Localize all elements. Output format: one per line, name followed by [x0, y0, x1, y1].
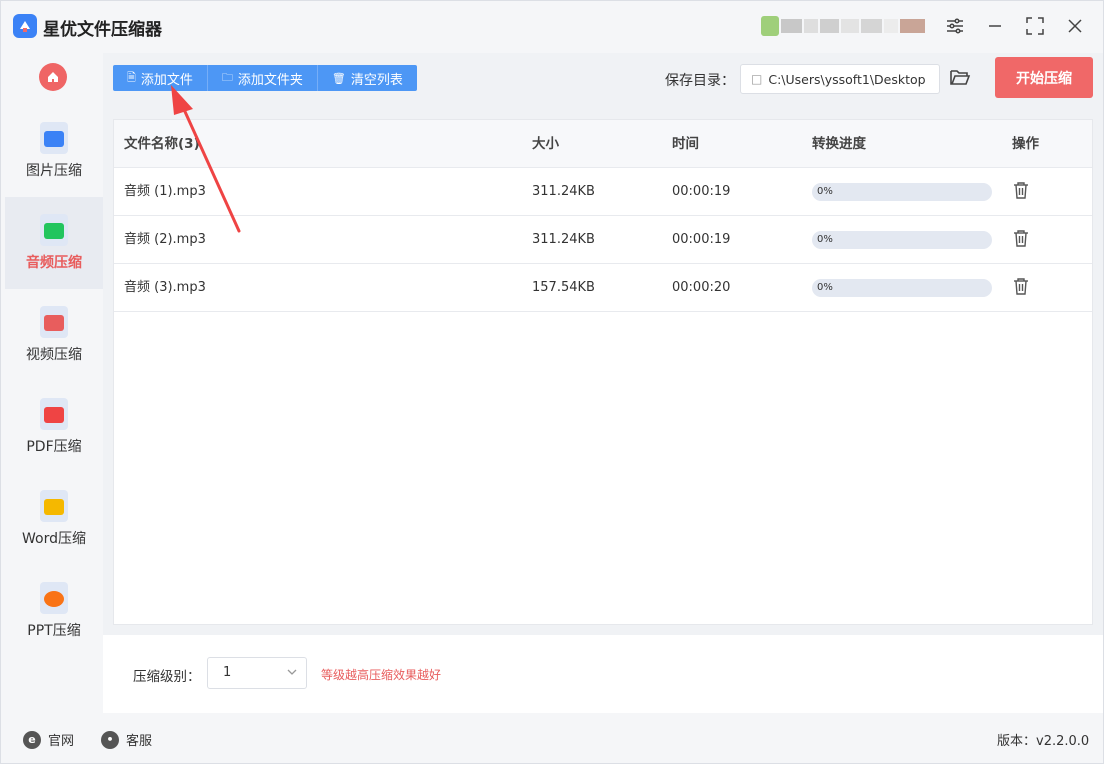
delete-icon[interactable]: [1013, 229, 1031, 249]
save-dir-input[interactable]: □ C:\Users\yssoft1\Desktop: [740, 64, 940, 94]
file-table: 文件名称(3) 大小 时间 转换进度 操作 音频 (1).mp3 311.24K…: [113, 119, 1093, 625]
table-header: 文件名称(3) 大小 时间 转换进度 操作: [114, 120, 1092, 168]
file-duration: 00:00:19: [672, 184, 731, 199]
table-row[interactable]: 音频 (2).mp3 311.24KB 00:00:19 0%: [114, 216, 1092, 264]
table-row[interactable]: 音频 (1).mp3 311.24KB 00:00:19 0%: [114, 168, 1092, 216]
open-folder-icon[interactable]: [949, 67, 971, 89]
folder-icon: 🗀: [221, 70, 233, 84]
file-size: 311.24KB: [532, 184, 595, 199]
header-size: 大小: [532, 136, 559, 152]
file-duration: 00:00:19: [672, 232, 731, 247]
file-size: 311.24KB: [532, 232, 595, 247]
audio-file-icon: [40, 214, 68, 246]
header-progress: 转换进度: [812, 136, 866, 152]
maximize-icon[interactable]: [1024, 15, 1046, 37]
clear-list-button[interactable]: 🗑 清空列表: [318, 65, 417, 91]
sidebar-item-label: 音频压缩: [26, 255, 82, 271]
close-icon[interactable]: [1064, 15, 1086, 37]
file-name: 音频 (3).mp3: [124, 280, 206, 295]
title-bar: 星优文件压缩器: [1, 1, 1103, 53]
settings-sliders-icon[interactable]: [944, 15, 966, 37]
sidebar-item-label: 视频压缩: [26, 347, 82, 363]
support-link[interactable]: • 客服: [101, 730, 152, 749]
sidebar-item-label: 图片压缩: [26, 163, 82, 179]
sidebar: 图片压缩 音频压缩 视频压缩 PDF压缩 Word压缩 PPT压缩: [5, 53, 103, 713]
word-file-icon: [40, 490, 68, 522]
app-window: 星优文件压缩器 图片压缩 音频压缩 视频压缩 PDF压缩 Word压缩 PPT压…: [0, 0, 1104, 764]
folder-outline-icon: □: [751, 72, 763, 86]
start-compress-button[interactable]: 开始压缩: [995, 57, 1093, 98]
image-file-icon: [40, 122, 68, 154]
sidebar-item-pdf[interactable]: PDF压缩: [5, 381, 103, 473]
website-label: 官网: [48, 734, 75, 749]
add-file-button[interactable]: 🗎 添加文件: [113, 65, 208, 91]
add-folder-label: 添加文件夹: [237, 72, 303, 88]
level-label: 压缩级别：: [133, 669, 201, 685]
file-icon: 🗎: [127, 70, 136, 84]
sidebar-item-ppt[interactable]: PPT压缩: [5, 565, 103, 657]
home-icon[interactable]: [39, 63, 67, 91]
chat-icon: •: [101, 730, 119, 749]
chevron-down-icon: [287, 669, 297, 675]
file-size: 157.54KB: [532, 280, 595, 295]
clear-list-label: 清空列表: [350, 72, 403, 88]
progress-bar: 0%: [812, 231, 992, 249]
website-link[interactable]: e 官网: [23, 730, 74, 749]
level-value: 1: [223, 665, 232, 680]
ppt-file-icon: [40, 582, 68, 614]
table-row[interactable]: 音频 (3).mp3 157.54KB 00:00:20 0%: [114, 264, 1092, 312]
sidebar-item-label: PDF压缩: [26, 439, 82, 455]
header-action: 操作: [1012, 136, 1039, 152]
version-label: 版本：v2.2.0.0: [997, 734, 1090, 749]
delete-icon[interactable]: [1013, 277, 1031, 297]
minimize-icon[interactable]: [984, 15, 1006, 37]
ie-icon: e: [23, 730, 41, 749]
header-time: 时间: [672, 136, 699, 152]
app-logo-icon: [13, 14, 37, 38]
compress-settings: 压缩级别： 1 等级越高压缩效果越好: [103, 635, 1103, 713]
user-avatar[interactable]: [761, 15, 925, 37]
footer: e 官网 • 客服 版本：v2.2.0.0: [1, 713, 1103, 763]
add-folder-button[interactable]: 🗀 添加文件夹: [208, 65, 318, 91]
progress-bar: 0%: [812, 183, 992, 201]
sidebar-item-audio[interactable]: 音频压缩: [5, 197, 103, 289]
sidebar-item-label: PPT压缩: [27, 623, 81, 639]
sidebar-item-label: Word压缩: [22, 531, 86, 547]
support-label: 客服: [126, 734, 153, 749]
save-dir-label: 保存目录：: [665, 73, 735, 89]
sidebar-item-image[interactable]: 图片压缩: [5, 105, 103, 197]
level-select[interactable]: 1: [207, 657, 307, 689]
video-file-icon: [40, 306, 68, 338]
file-toolbar: 🗎 添加文件 🗀 添加文件夹 🗑 清空列表: [113, 65, 417, 91]
trash-icon: 🗑: [331, 71, 346, 85]
level-hint: 等级越高压缩效果越好: [321, 668, 442, 682]
app-title: 星优文件压缩器: [43, 20, 162, 40]
save-dir-path: C:\Users\yssoft1\Desktop: [768, 71, 926, 87]
header-name: 文件名称(3): [124, 136, 200, 152]
add-file-label: 添加文件: [140, 72, 193, 88]
delete-icon[interactable]: [1013, 181, 1031, 201]
sidebar-item-video[interactable]: 视频压缩: [5, 289, 103, 381]
progress-bar: 0%: [812, 279, 992, 297]
file-name: 音频 (2).mp3: [124, 232, 206, 247]
main-panel: 🗎 添加文件 🗀 添加文件夹 🗑 清空列表 保存目录： □ C:\Users\y…: [103, 53, 1103, 713]
pdf-file-icon: [40, 398, 68, 430]
file-duration: 00:00:20: [672, 280, 731, 295]
sidebar-item-word[interactable]: Word压缩: [5, 473, 103, 565]
file-name: 音频 (1).mp3: [124, 184, 206, 199]
